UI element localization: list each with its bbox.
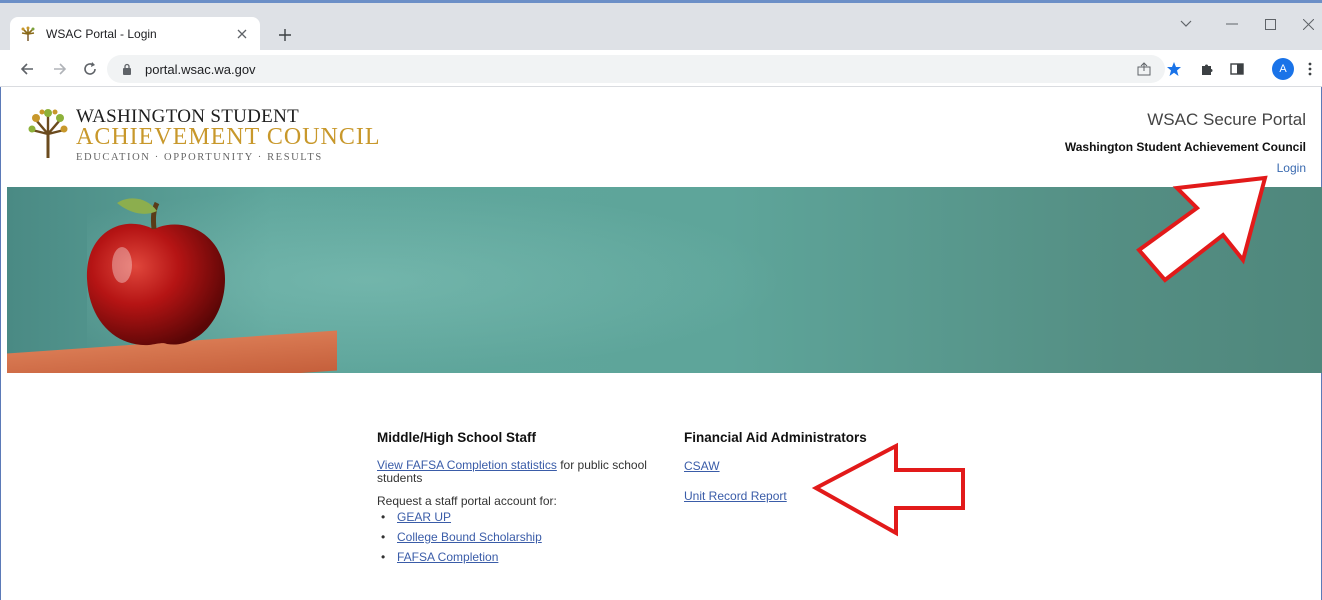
minimize-icon[interactable] bbox=[1223, 15, 1241, 33]
request-account-text: Request a staff portal account for: bbox=[377, 494, 557, 508]
window-close-icon[interactable] bbox=[1299, 15, 1317, 33]
maximize-icon[interactable] bbox=[1261, 15, 1279, 33]
forward-arrow-icon[interactable] bbox=[50, 59, 70, 79]
fafsa-stats-text: View FAFSA Completion statistics for pub… bbox=[377, 459, 657, 485]
url-text: portal.wsac.wa.gov bbox=[145, 61, 256, 77]
wsac-logo[interactable]: WASHINGTON STUDENT ACHIEVEMENT COUNCIL E… bbox=[28, 104, 380, 164]
school-staff-section: Middle/High School Staff View FAFSA Comp… bbox=[377, 430, 657, 571]
tab-close-icon[interactable] bbox=[234, 26, 250, 42]
lock-icon bbox=[123, 63, 131, 75]
browser-toolbar: portal.wsac.wa.gov bbox=[0, 50, 1322, 87]
financial-aid-heading: Financial Aid Administrators bbox=[684, 430, 867, 445]
list-item: College Bound Scholarship bbox=[377, 530, 657, 545]
financial-aid-section: Financial Aid Administrators CSAW Unit R… bbox=[684, 430, 944, 519]
login-link[interactable]: Login bbox=[1277, 161, 1306, 175]
browser-menu-icon[interactable] bbox=[1300, 59, 1320, 79]
program-list: GEAR UP College Bound Scholarship FAFSA … bbox=[377, 510, 657, 565]
fafsa-completion-link[interactable]: FAFSA Completion bbox=[397, 550, 498, 564]
extensions-puzzle-icon[interactable] bbox=[1197, 59, 1217, 79]
hero-banner bbox=[7, 187, 1322, 373]
share-icon[interactable] bbox=[1134, 59, 1154, 79]
bookmark-star-icon[interactable] bbox=[1164, 59, 1184, 79]
profile-avatar[interactable]: A bbox=[1272, 58, 1294, 80]
tab-strip: WSAC Portal - Login bbox=[0, 3, 1322, 50]
school-staff-heading: Middle/High School Staff bbox=[377, 430, 536, 445]
list-item: FAFSA Completion bbox=[377, 550, 657, 565]
list-item: GEAR UP bbox=[377, 510, 657, 525]
unit-record-report-link[interactable]: Unit Record Report bbox=[684, 489, 944, 503]
logo-line-2: ACHIEVEMENT COUNCIL bbox=[76, 124, 381, 150]
side-panel-icon[interactable] bbox=[1227, 59, 1247, 79]
wsac-favicon-icon bbox=[21, 26, 35, 41]
tab-title: WSAC Portal - Login bbox=[46, 26, 157, 41]
college-bound-scholarship-link[interactable]: College Bound Scholarship bbox=[397, 530, 542, 544]
organization-name: Washington Student Achievement Council bbox=[1064, 140, 1306, 154]
fafsa-stats-link[interactable]: View FAFSA Completion statistics bbox=[377, 458, 557, 472]
csaw-link[interactable]: CSAW bbox=[684, 459, 944, 473]
tab-search-chevron-down-icon[interactable] bbox=[1177, 15, 1195, 33]
gear-up-link[interactable]: GEAR UP bbox=[397, 510, 451, 524]
logo-tagline: EDUCATION · OPPORTUNITY · RESULTS bbox=[76, 152, 323, 163]
apple-image bbox=[86, 198, 225, 346]
tree-logo-icon bbox=[28, 109, 68, 158]
portal-title: WSAC Secure Portal bbox=[1147, 110, 1306, 129]
address-bar[interactable]: portal.wsac.wa.gov bbox=[107, 55, 1165, 83]
browser-tab[interactable]: WSAC Portal - Login bbox=[10, 17, 260, 50]
back-arrow-icon[interactable] bbox=[17, 59, 37, 79]
new-tab-icon[interactable] bbox=[273, 23, 297, 47]
reload-icon[interactable] bbox=[80, 59, 100, 79]
